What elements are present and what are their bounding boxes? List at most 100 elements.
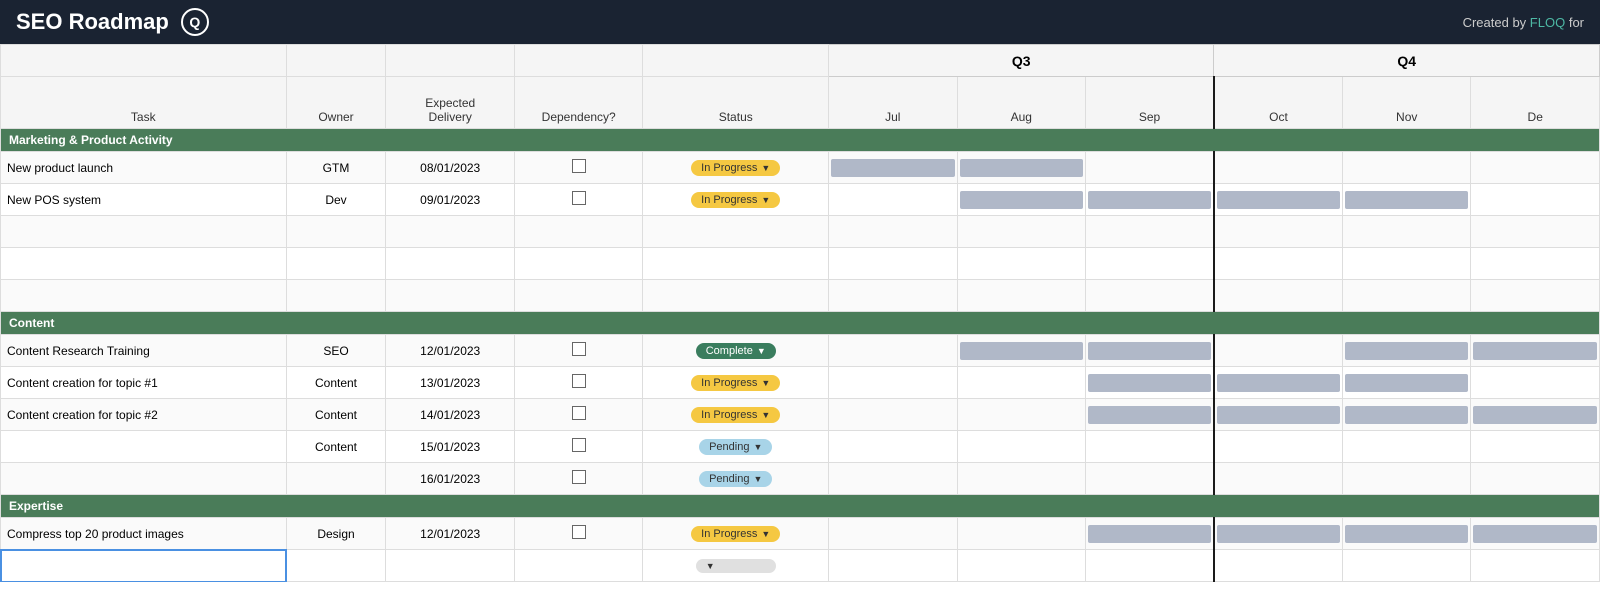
owner-cell: Dev	[286, 184, 386, 216]
gantt-cell	[1086, 152, 1214, 184]
status-dropdown-arrow: ▼	[761, 378, 770, 388]
dependency-checkbox[interactable]	[572, 438, 586, 452]
status-badge[interactable]: In Progress ▼	[691, 407, 780, 423]
owner-cell: Design	[286, 518, 386, 550]
dependency-cell[interactable]	[514, 550, 642, 582]
dependency-cell[interactable]	[514, 335, 642, 367]
gantt-bar	[1473, 406, 1597, 424]
dependency-cell[interactable]	[514, 399, 642, 431]
gantt-cell	[957, 367, 1085, 399]
status-badge-empty[interactable]: ▼	[696, 559, 776, 573]
gantt-cell	[1342, 280, 1470, 312]
status-badge[interactable]: In Progress ▼	[691, 526, 780, 542]
dependency-checkbox[interactable]	[572, 374, 586, 388]
gantt-bar	[1345, 342, 1468, 360]
owner-cell: SEO	[286, 335, 386, 367]
col-sep-header: Sep	[1086, 77, 1214, 129]
floq-link[interactable]: FLOQ	[1530, 15, 1565, 30]
table-row	[1, 280, 1600, 312]
owner-cell	[286, 280, 386, 312]
status-cell	[643, 216, 829, 248]
task-cell: Compress top 20 product images	[1, 518, 287, 550]
dependency-cell[interactable]	[514, 367, 642, 399]
gantt-bar	[960, 191, 1083, 209]
status-badge[interactable]: In Progress ▼	[691, 160, 780, 176]
gantt-cell	[1214, 431, 1342, 463]
dependency-cell[interactable]	[514, 216, 642, 248]
gantt-bar	[960, 342, 1083, 360]
quarter-empty-1	[1, 45, 287, 77]
delivery-cell: 12/01/2023	[386, 518, 514, 550]
dependency-checkbox[interactable]	[572, 159, 586, 173]
header-left: SEO Roadmap Q	[16, 8, 209, 36]
gantt-bar	[1345, 525, 1468, 543]
delivery-cell: 12/01/2023	[386, 335, 514, 367]
gantt-cell	[1086, 184, 1214, 216]
gantt-cell	[1471, 280, 1600, 312]
col-task-header: Task	[1, 77, 287, 129]
gantt-cell	[1471, 463, 1600, 495]
gantt-bar	[1345, 191, 1468, 209]
status-cell	[643, 248, 829, 280]
gantt-cell	[1214, 518, 1342, 550]
app-title: SEO Roadmap	[16, 9, 169, 35]
status-badge[interactable]: In Progress ▼	[691, 192, 780, 208]
gantt-bar	[1088, 342, 1211, 360]
gantt-cell	[1471, 431, 1600, 463]
gantt-cell	[1342, 335, 1470, 367]
dependency-cell[interactable]	[514, 248, 642, 280]
gantt-bar	[1345, 374, 1468, 392]
dependency-cell[interactable]	[514, 184, 642, 216]
task-cell	[1, 216, 287, 248]
status-dropdown-arrow: ▼	[761, 163, 770, 173]
status-badge[interactable]: In Progress ▼	[691, 375, 780, 391]
dependency-checkbox[interactable]	[572, 406, 586, 420]
roadmap-table: Q3 Q4 Task Owner Expected Delivery Depen…	[0, 44, 1600, 582]
delivery-cell	[386, 216, 514, 248]
gantt-cell	[1086, 367, 1214, 399]
table-row: Content Research TrainingSEO12/01/2023Co…	[1, 335, 1600, 367]
status-dropdown-arrow: ▼	[761, 195, 770, 205]
dependency-checkbox[interactable]	[572, 525, 586, 539]
gantt-cell	[1342, 431, 1470, 463]
gantt-cell	[957, 463, 1085, 495]
gantt-cell	[829, 399, 957, 431]
owner-cell	[286, 463, 386, 495]
owner-cell	[286, 248, 386, 280]
owner-cell: Content	[286, 431, 386, 463]
section-row-1: Content	[1, 312, 1600, 335]
gantt-cell	[1086, 463, 1214, 495]
gantt-bar	[1473, 342, 1597, 360]
table-row: 16/01/2023Pending ▼	[1, 463, 1600, 495]
gantt-cell	[957, 280, 1085, 312]
dependency-cell[interactable]	[514, 280, 642, 312]
dependency-cell[interactable]	[514, 463, 642, 495]
dependency-cell[interactable]	[514, 152, 642, 184]
dependency-cell[interactable]	[514, 431, 642, 463]
owner-cell	[286, 216, 386, 248]
dependency-cell[interactable]	[514, 518, 642, 550]
gantt-cell	[1086, 248, 1214, 280]
gantt-cell	[957, 431, 1085, 463]
status-badge[interactable]: Pending ▼	[699, 439, 772, 455]
dependency-checkbox[interactable]	[572, 191, 586, 205]
table-row: Content creation for topic #2Content14/0…	[1, 399, 1600, 431]
gantt-bar	[1217, 374, 1340, 392]
gantt-cell	[1214, 463, 1342, 495]
status-badge[interactable]: Pending ▼	[699, 471, 772, 487]
section-row-2: Expertise	[1, 495, 1600, 518]
task-cell	[1, 550, 287, 582]
delivery-cell	[386, 550, 514, 582]
status-cell: Complete ▼	[643, 335, 829, 367]
gantt-bar	[1088, 406, 1211, 424]
gantt-cell	[1086, 216, 1214, 248]
gantt-cell	[1471, 248, 1600, 280]
gantt-cell	[1471, 216, 1600, 248]
status-badge[interactable]: Complete ▼	[696, 343, 776, 359]
gantt-cell	[1214, 216, 1342, 248]
dependency-checkbox[interactable]	[572, 342, 586, 356]
gantt-cell	[957, 184, 1085, 216]
status-cell: Pending ▼	[643, 431, 829, 463]
status-dropdown-arrow: ▼	[761, 529, 770, 539]
dependency-checkbox[interactable]	[572, 470, 586, 484]
